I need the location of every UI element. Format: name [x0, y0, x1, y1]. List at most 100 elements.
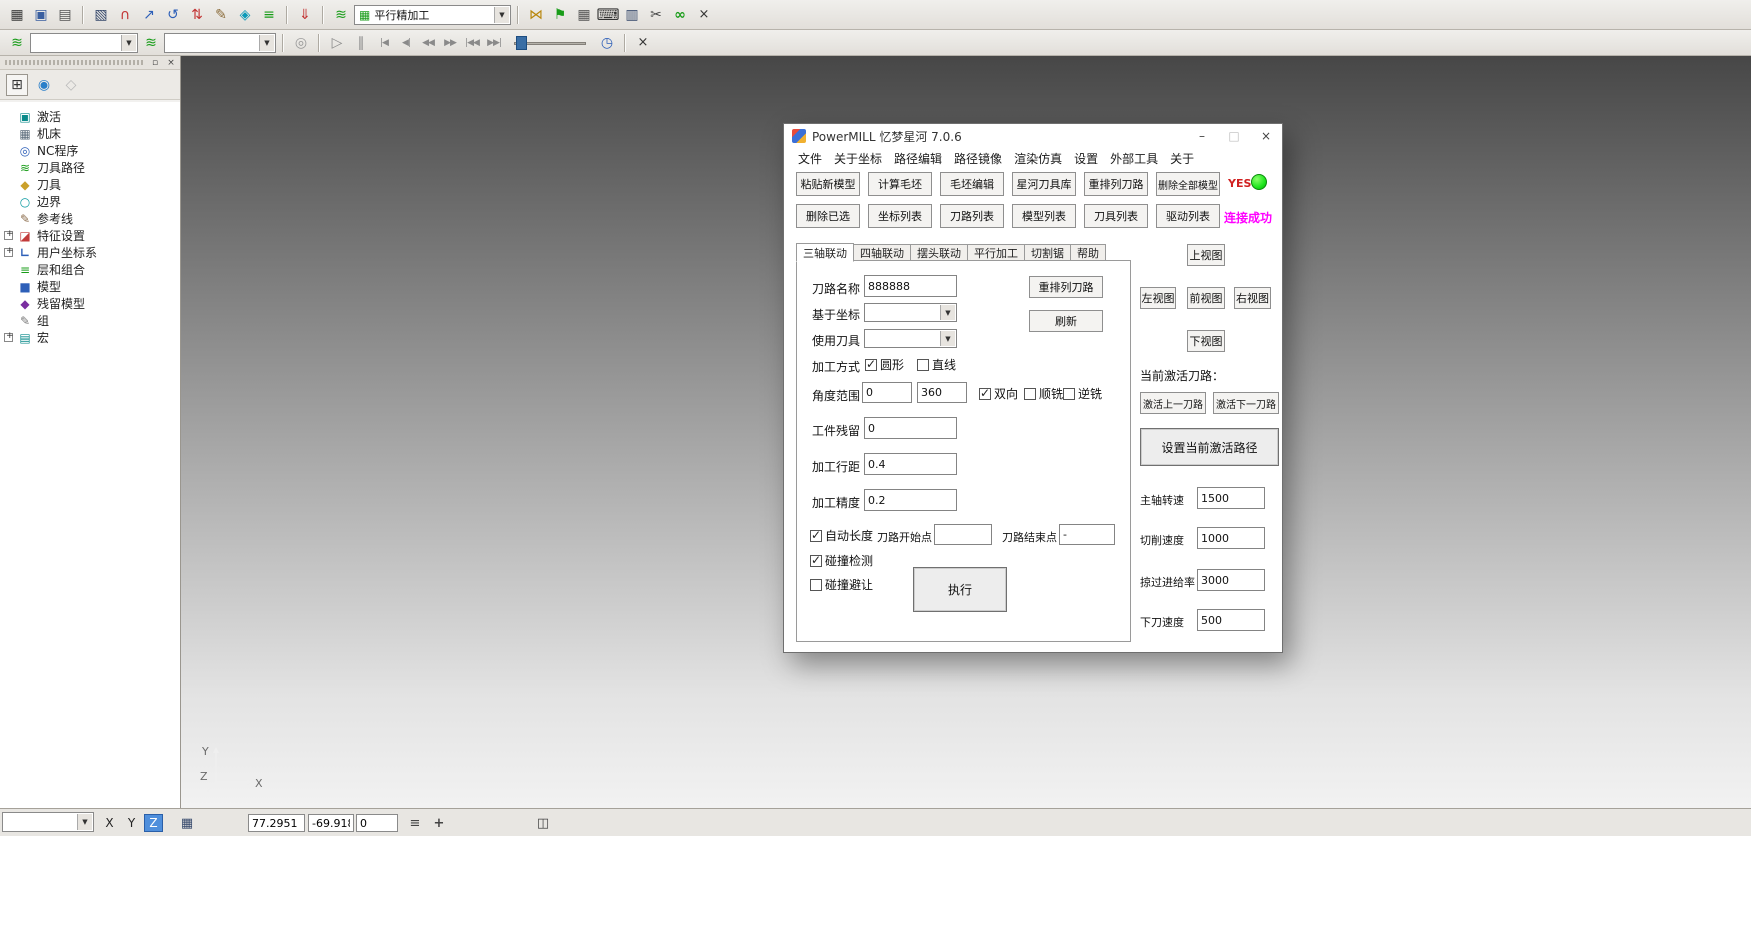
toolpath-combobox[interactable] — [30, 33, 138, 53]
pause-icon[interactable]: ∥ — [350, 32, 372, 54]
playback-close-icon[interactable]: × — [632, 32, 654, 54]
simulation-combobox[interactable] — [164, 33, 276, 53]
right-view-button[interactable]: 右视图 — [1234, 287, 1271, 309]
chevron-down-icon[interactable] — [121, 35, 136, 51]
tab-help[interactable]: 帮助 — [1071, 244, 1106, 261]
magnet-icon[interactable]: ∪ — [114, 4, 136, 26]
tree-item-boundaries[interactable]: ○ 边界 — [0, 193, 180, 210]
export-user-icon[interactable]: ⇓ — [294, 4, 316, 26]
spindle-speed-input[interactable] — [1197, 487, 1265, 509]
wrench-icon[interactable]: ⋈ — [525, 4, 547, 26]
step-forward-icon[interactable]: ◀| — [396, 32, 416, 54]
block-icon[interactable]: ▧ — [90, 4, 112, 26]
clock-icon[interactable]: ◷ — [596, 32, 618, 54]
fast-forward-icon[interactable]: ▶▶ — [440, 32, 460, 54]
save-icon[interactable]: ▣ — [30, 4, 52, 26]
ghost-icon[interactable]: ◇ — [60, 74, 82, 96]
angle-to-input[interactable] — [917, 382, 967, 403]
menu-render-sim[interactable]: 渲染仿真 — [1014, 150, 1062, 167]
statusbar-device-icon[interactable]: ◫ — [532, 813, 554, 833]
drive-list-button[interactable]: 驱动列表 — [1156, 204, 1220, 228]
rearrange-toolpaths-panel-button[interactable]: 重排列刀路 — [1029, 276, 1103, 298]
menu-settings[interactable]: 设置 — [1074, 150, 1098, 167]
tab-swivel-head[interactable]: 摆头联动 — [911, 244, 968, 261]
tree-item-toolpaths[interactable]: ≋ 刀具路径 — [0, 159, 180, 176]
maximize-button[interactable]: □ — [1218, 124, 1250, 148]
execute-button[interactable]: 执行 — [913, 567, 1007, 612]
pencil-icon[interactable]: ✎ — [210, 4, 232, 26]
chevron-down-icon[interactable] — [77, 814, 92, 830]
statusbar-list-icon[interactable]: ≡ — [404, 813, 426, 833]
use-tool-select[interactable] — [864, 329, 957, 348]
grid-calc-icon[interactable]: ▦ — [6, 4, 28, 26]
paste-new-model-button[interactable]: 粘贴新模型 — [796, 172, 860, 196]
toolpath-name-input[interactable] — [864, 275, 957, 297]
menu-path-mirror[interactable]: 路径镜像 — [954, 150, 1002, 167]
coord-x-input[interactable] — [248, 814, 305, 832]
statusbar-grid-icon[interactable]: ▦ — [176, 813, 198, 833]
play-icon[interactable]: ▷ — [326, 32, 348, 54]
refresh-button[interactable]: 刷新 — [1029, 310, 1103, 332]
coord-list-button[interactable]: 坐标列表 — [868, 204, 932, 228]
chevron-down-icon[interactable] — [940, 305, 955, 320]
skim-feed-input[interactable] — [1197, 569, 1265, 591]
tree-item-activate[interactable]: ▣ 激活 — [0, 108, 180, 125]
keyboard-icon[interactable]: ⌨ — [597, 4, 619, 26]
front-view-button[interactable]: 前视图 — [1187, 287, 1225, 309]
flag-icon[interactable]: ⚑ — [549, 4, 571, 26]
tree-item-stock-models[interactable]: ◆ 残留模型 — [0, 295, 180, 312]
globe-icon[interactable]: ◉ — [33, 74, 55, 96]
transform-icon[interactable]: ↗ — [138, 4, 160, 26]
plunge-feed-input[interactable] — [1197, 609, 1265, 631]
panel-close-icon[interactable]: × — [165, 57, 177, 68]
axis-x-button[interactable]: X — [100, 814, 119, 832]
tool-library-button[interactable]: 星河刀具库 — [1012, 172, 1076, 196]
axis-y-button[interactable]: Y — [122, 814, 141, 832]
tab-3axis[interactable]: 三轴联动 — [796, 243, 854, 262]
stock-remaining-input[interactable] — [864, 417, 957, 439]
expander-icon[interactable] — [4, 248, 13, 257]
menu-file[interactable]: 文件 — [798, 150, 822, 167]
levels-icon[interactable]: ≋ — [140, 32, 162, 54]
scissors-icon[interactable]: ✂ — [645, 4, 667, 26]
tree-item-feature-sets[interactable]: ◪ 特征设置 — [0, 227, 180, 244]
speed-slider[interactable] — [510, 34, 590, 52]
bottom-view-button[interactable]: 下视图 — [1187, 330, 1225, 352]
set-active-path-button[interactable]: 设置当前激活路径 — [1140, 428, 1279, 466]
delete-selected-button[interactable]: 删除已选 — [796, 204, 860, 228]
panel-float-icon[interactable]: ▫ — [149, 57, 161, 68]
angle-from-input[interactable] — [862, 382, 912, 403]
model-list-button[interactable]: 模型列表 — [1012, 204, 1076, 228]
tree-item-patterns[interactable]: ✎ 参考线 — [0, 210, 180, 227]
layers-add-icon[interactable]: ≡ — [258, 4, 280, 26]
chevron-down-icon[interactable] — [259, 35, 274, 51]
tree-item-tools[interactable]: ◆ 刀具 — [0, 176, 180, 193]
activate-prev-toolpath-button[interactable]: 激活上一刀路 — [1140, 392, 1206, 414]
line-checkbox[interactable]: 直线 — [917, 356, 956, 373]
menu-path-edit[interactable]: 路径编辑 — [894, 150, 942, 167]
tab-4axis[interactable]: 四轴联动 — [854, 244, 911, 261]
step-back-icon[interactable]: |◀ — [374, 32, 394, 54]
panel-grip[interactable] — [5, 60, 143, 65]
top-view-button[interactable]: 上视图 — [1187, 244, 1225, 266]
slider-handle[interactable] — [516, 36, 527, 50]
stepover-input[interactable] — [864, 453, 957, 475]
menu-about-coords[interactable]: 关于坐标 — [834, 150, 882, 167]
cutting-feed-input[interactable] — [1197, 527, 1265, 549]
tree-item-nc-programs[interactable]: ◎ NC程序 — [0, 142, 180, 159]
rewind-icon[interactable]: ◀◀ — [418, 32, 438, 54]
levels-icon[interactable]: ≋ — [6, 32, 28, 54]
rearrange-toolpaths-button[interactable]: 重排列刀路 — [1084, 172, 1148, 196]
coord-z-input[interactable] — [356, 814, 398, 832]
block-edit-button[interactable]: 毛坯编辑 — [940, 172, 1004, 196]
conventional-mill-checkbox[interactable]: 逆铣 — [1063, 385, 1102, 402]
menu-about[interactable]: 关于 — [1170, 150, 1194, 167]
statusbar-cursor-icon[interactable]: + — [428, 813, 450, 833]
curve-icon[interactable]: ↺ — [162, 4, 184, 26]
toolbar-close-icon[interactable]: × — [693, 4, 715, 26]
toolpath-list-button[interactable]: 刀路列表 — [940, 204, 1004, 228]
axis-z-button[interactable]: Z — [144, 814, 163, 832]
coord-y-input[interactable] — [308, 814, 354, 832]
statusbar-combobox[interactable] — [2, 812, 94, 832]
tree-item-machine-tool[interactable]: ▦ 机床 — [0, 125, 180, 142]
